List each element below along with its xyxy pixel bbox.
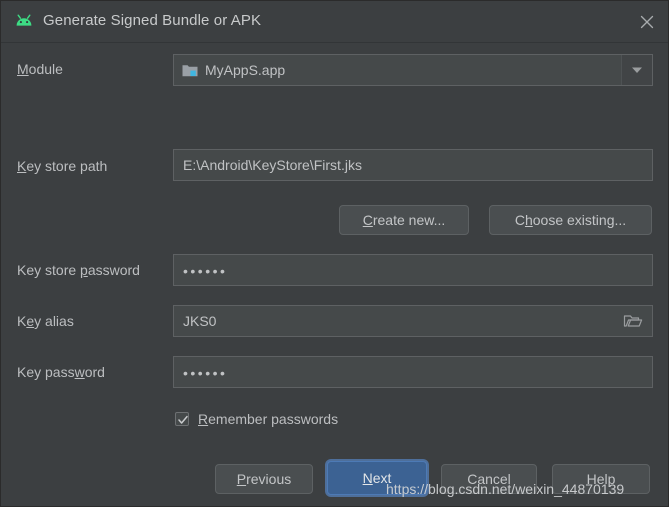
remember-passwords-label: Remember passwords — [198, 411, 338, 427]
android-robot-icon — [14, 13, 34, 31]
key-password-label-prefix: Key pass — [17, 364, 75, 380]
module-folder-icon — [182, 63, 198, 77]
help-label: Help — [586, 471, 616, 487]
create-new-button[interactable]: Create new... — [339, 205, 469, 235]
previous-button[interactable]: Previous — [215, 464, 313, 494]
key-store-path-label: Key store path — [17, 158, 107, 174]
key-alias-input[interactable]: JKS0 — [173, 305, 653, 337]
next-button[interactable]: Next — [327, 461, 427, 495]
close-icon[interactable] — [636, 11, 658, 33]
remember-passwords-mnemonic: R — [198, 411, 209, 427]
module-label-mnemonic: M — [17, 61, 29, 77]
create-new-mnemonic: C — [362, 212, 373, 228]
previous-rest: revious — [246, 471, 292, 487]
dialog-titlebar: Generate Signed Bundle or APK — [1, 1, 668, 43]
key-store-password-label: Key store password — [17, 262, 140, 278]
key-password-label: Key password — [17, 364, 105, 380]
choose-existing-mnemonic: h — [524, 212, 533, 228]
key-store-password-value: •••••• — [183, 263, 228, 279]
choose-existing-button[interactable]: Choose existing... — [489, 205, 652, 235]
module-label-rest: odule — [28, 61, 63, 77]
key-password-input[interactable]: •••••• — [173, 356, 653, 388]
remember-passwords-row[interactable]: Remember passwords — [175, 411, 338, 427]
key-store-password-label-prefix: Key store — [17, 262, 81, 278]
choose-existing-rest: oose existing... — [532, 212, 627, 228]
module-value: MyAppS.app — [205, 62, 286, 78]
next-mnemonic: N — [362, 470, 373, 486]
generate-signed-bundle-dialog: Generate Signed Bundle or APK Module MyA… — [0, 0, 669, 507]
dialog-title: Generate Signed Bundle or APK — [43, 12, 262, 29]
next-rest: ext — [372, 470, 392, 486]
cancel-button[interactable]: Cancel — [441, 464, 537, 494]
help-button[interactable]: Help — [552, 464, 650, 494]
key-alias-label-prefix: K — [17, 313, 27, 329]
key-store-path-input[interactable]: E:\Android\KeyStore\First.jks — [173, 149, 653, 181]
cancel-label: Cancel — [467, 471, 511, 487]
folder-open-icon[interactable] — [623, 312, 643, 330]
module-combobox[interactable]: MyAppS.app — [173, 54, 653, 86]
key-password-label-rest: ord — [84, 364, 105, 380]
key-alias-label-mnemonic: e — [26, 313, 35, 329]
choose-existing-prefix: C — [514, 212, 525, 228]
module-label: Module — [17, 61, 63, 77]
key-password-value: •••••• — [183, 365, 228, 381]
key-store-password-label-rest: assword — [87, 262, 140, 278]
key-store-path-label-mnemonic: K — [17, 158, 27, 174]
previous-mnemonic: P — [236, 471, 247, 487]
chevron-down-icon[interactable] — [621, 55, 652, 85]
key-store-path-label-rest: ey store path — [26, 158, 108, 174]
key-alias-label-rest: y alias — [34, 313, 74, 329]
create-new-rest: reate new... — [372, 212, 446, 228]
remember-passwords-label-rest: emember passwords — [208, 411, 339, 427]
key-alias-label: Key alias — [17, 313, 74, 329]
key-store-password-label-mnemonic: p — [80, 262, 88, 278]
remember-passwords-checkbox[interactable] — [175, 412, 189, 426]
key-password-label-mnemonic: w — [74, 364, 85, 380]
key-store-password-input[interactable]: •••••• — [173, 254, 653, 286]
